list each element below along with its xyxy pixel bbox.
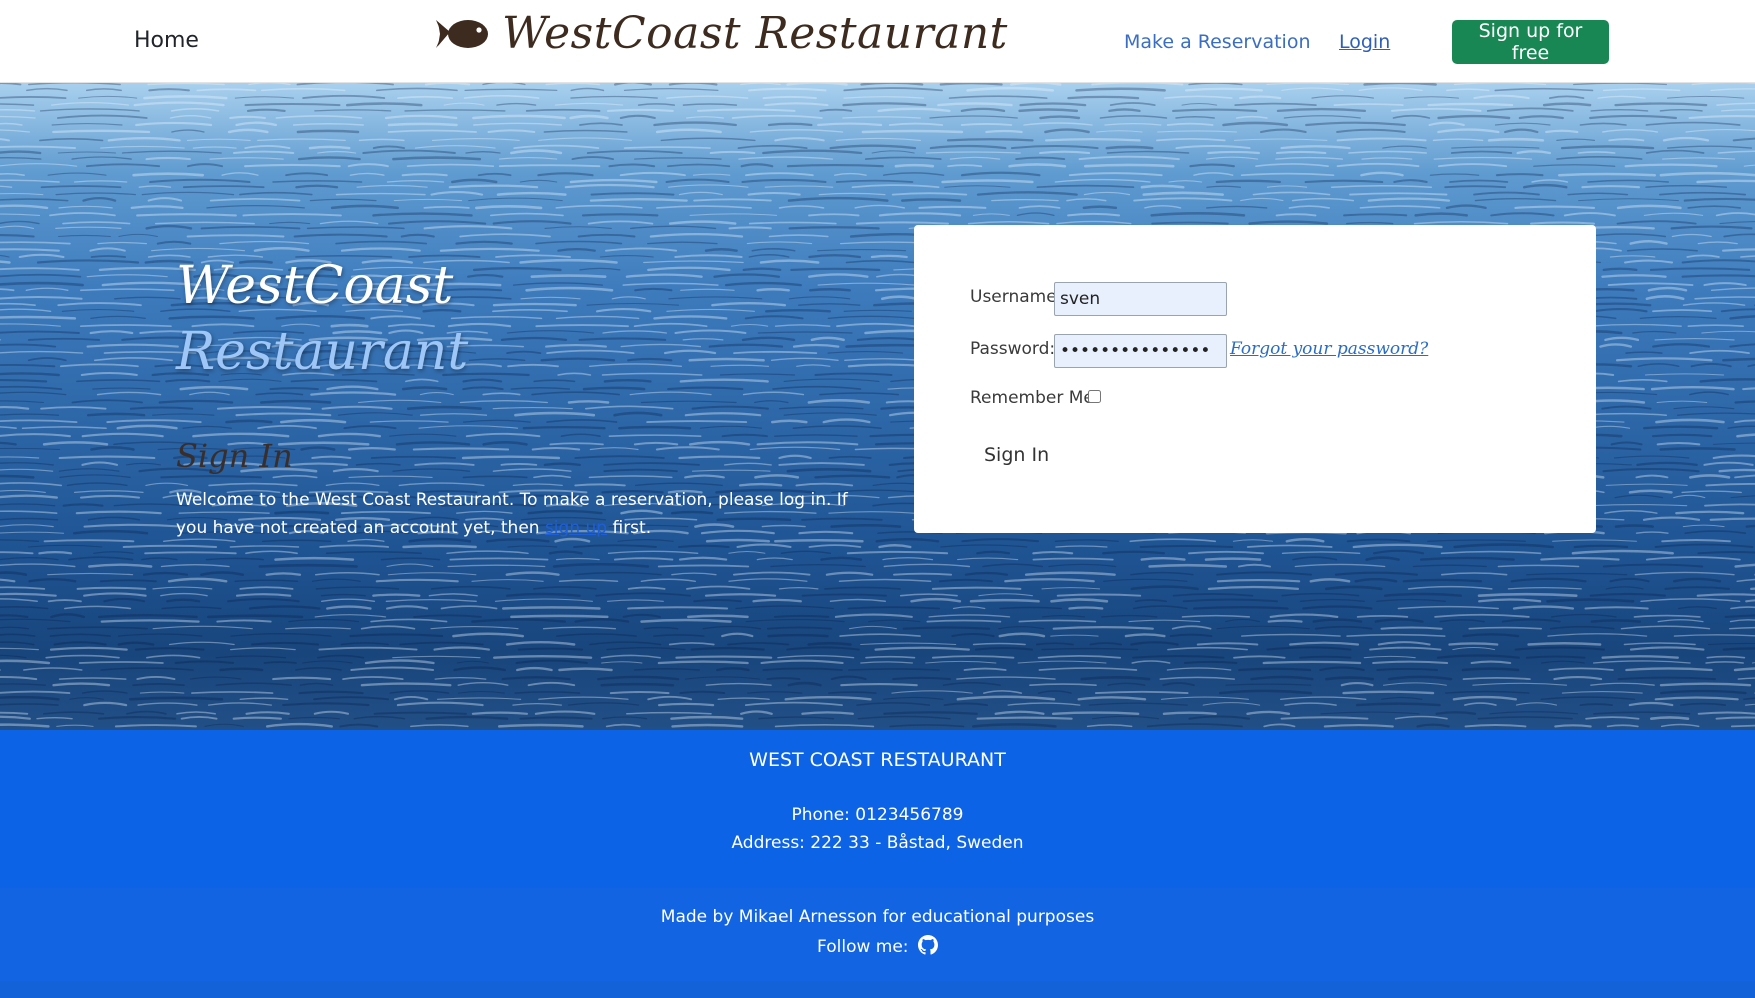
welcome-text: Welcome to the West Coast Restaurant. To… (176, 486, 856, 542)
footer-credits: Made by Mikael Arnesson for educational … (0, 888, 1755, 981)
navbar: Home WestCoast Restaurant Make a Reserva… (0, 0, 1755, 83)
welcome-text-end: first. (607, 518, 652, 538)
footer-follow-label: Follow me: (817, 937, 909, 957)
signup-inline-link[interactable]: sign up (545, 518, 607, 538)
footer-follow: Follow me: (0, 935, 1755, 957)
welcome-text-start: Welcome to the West Coast Restaurant. To… (176, 490, 848, 538)
password-input[interactable] (1054, 334, 1227, 368)
footer-phone: Phone: 0123456789 (791, 805, 964, 825)
signin-button[interactable]: Sign In (970, 438, 1063, 472)
nav-home-link[interactable]: Home (134, 28, 199, 53)
signup-button[interactable]: Sign up for free (1452, 20, 1609, 64)
footer-address: Address: 222 33 - Båstad, Sweden (731, 833, 1024, 853)
remember-me-checkbox[interactable] (1088, 390, 1101, 403)
password-label: Password: (970, 339, 1056, 359)
nav-make-reservation-link[interactable]: Make a Reservation (1124, 31, 1311, 53)
signin-heading: Sign In (176, 437, 293, 475)
github-icon[interactable] (917, 935, 938, 955)
remember-me-label: Remember Me: (970, 388, 1100, 408)
username-input[interactable] (1054, 282, 1227, 316)
fish-icon (436, 19, 488, 48)
footer-contact: WEST COAST RESTAURANT Phone: 0123456789 … (0, 730, 1755, 888)
footer-restaurant-name: WEST COAST RESTAURANT (749, 749, 1006, 771)
hero-title-line2: Restaurant (176, 322, 469, 382)
login-form: Username: Password: Forgot your password… (914, 225, 1596, 533)
brand-title: WestCoast Restaurant (502, 8, 1008, 59)
hero-section: WestCoast Restaurant Sign In Welcome to … (0, 83, 1755, 730)
username-label: Username: (970, 287, 1063, 307)
forgot-password-link[interactable]: Forgot your password? (1230, 339, 1428, 359)
footer-made-by: Made by Mikael Arnesson for educational … (660, 907, 1095, 927)
brand[interactable]: WestCoast Restaurant (434, 8, 1008, 59)
nav-login-link[interactable]: Login (1339, 31, 1390, 53)
page-bottom-strip (0, 981, 1755, 998)
hero-title-line1: WestCoast (176, 256, 454, 316)
hero-title: WestCoast Restaurant (176, 253, 468, 385)
